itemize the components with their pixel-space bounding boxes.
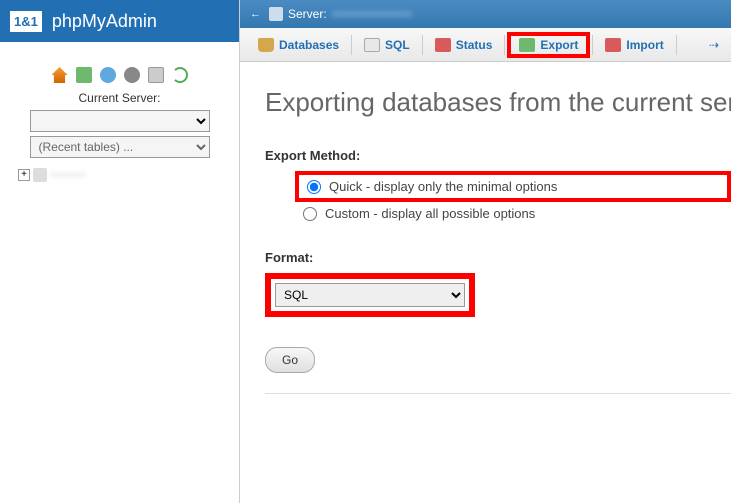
tab-databases[interactable]: Databases xyxy=(248,34,349,56)
tab-separator xyxy=(676,35,677,55)
radio-custom[interactable]: Custom - display all possible options xyxy=(295,202,731,225)
server-name[interactable] xyxy=(332,12,412,16)
current-server-label: Current Server: xyxy=(10,91,229,105)
import-icon xyxy=(605,38,621,52)
tab-label: Databases xyxy=(279,38,339,52)
format-label: Format: xyxy=(265,250,731,265)
collapse-icon[interactable]: ← xyxy=(250,8,261,20)
query-window-icon[interactable] xyxy=(148,67,164,83)
server-select[interactable] xyxy=(30,110,210,132)
server-label: Server: xyxy=(288,7,327,21)
tab-status[interactable]: Status xyxy=(425,34,503,56)
radio-quick[interactable]: Quick - display only the minimal options xyxy=(295,171,731,202)
expand-icon[interactable]: + xyxy=(18,169,30,181)
server-icon xyxy=(269,7,283,21)
reload-icon[interactable] xyxy=(172,67,188,83)
server-breadcrumb: ← Server: xyxy=(240,0,731,28)
sql-icon xyxy=(364,38,380,52)
sidebar: 1&1 phpMyAdmin Current Server: (Recent t… xyxy=(0,0,240,503)
docs-icon[interactable] xyxy=(100,67,116,83)
more-tabs-icon[interactable]: ⇢ xyxy=(705,34,723,56)
db-tree-item[interactable] xyxy=(50,173,86,177)
tab-separator xyxy=(592,35,593,55)
status-icon xyxy=(435,38,451,52)
tab-separator xyxy=(351,35,352,55)
content-area: Exporting databases from the current ser… xyxy=(240,62,731,439)
db-tree: + xyxy=(10,168,229,182)
tab-label: Import xyxy=(626,38,663,52)
page-title: Exporting databases from the current ser xyxy=(265,87,731,118)
radio-quick-input[interactable] xyxy=(307,180,321,194)
databases-icon xyxy=(258,38,274,52)
export-icon xyxy=(519,38,535,52)
export-method-label: Export Method: xyxy=(265,148,731,163)
tab-sql[interactable]: SQL xyxy=(354,34,420,56)
sidebar-quick-icons xyxy=(10,67,229,83)
export-method-group: Quick - display only the minimal options… xyxy=(295,171,731,225)
tab-bar: Databases SQL Status Export Import xyxy=(240,28,731,62)
help-icon[interactable] xyxy=(124,67,140,83)
format-select[interactable]: SQL xyxy=(275,283,465,307)
tab-label: Status xyxy=(456,38,493,52)
tab-import[interactable]: Import xyxy=(595,34,673,56)
home-icon[interactable] xyxy=(52,67,68,83)
tab-separator xyxy=(422,35,423,55)
format-select-highlight: SQL xyxy=(265,273,475,317)
recent-tables-select[interactable]: (Recent tables) ... xyxy=(30,136,210,158)
logout-icon[interactable] xyxy=(76,67,92,83)
go-button[interactable]: Go xyxy=(265,347,315,373)
tab-export[interactable]: Export xyxy=(507,32,590,58)
logo-bar: 1&1 phpMyAdmin xyxy=(0,0,239,42)
database-icon xyxy=(33,168,47,182)
tab-label: SQL xyxy=(385,38,410,52)
brand-logo: 1&1 xyxy=(10,11,42,32)
radio-custom-input[interactable] xyxy=(303,207,317,221)
tab-separator xyxy=(504,35,505,55)
main-panel: ← Server: Databases SQL Status xyxy=(240,0,731,503)
radio-custom-label: Custom - display all possible options xyxy=(325,206,535,221)
product-name: phpMyAdmin xyxy=(52,11,157,32)
divider xyxy=(265,393,731,394)
radio-quick-label: Quick - display only the minimal options xyxy=(329,179,557,194)
tab-label: Export xyxy=(540,38,578,52)
